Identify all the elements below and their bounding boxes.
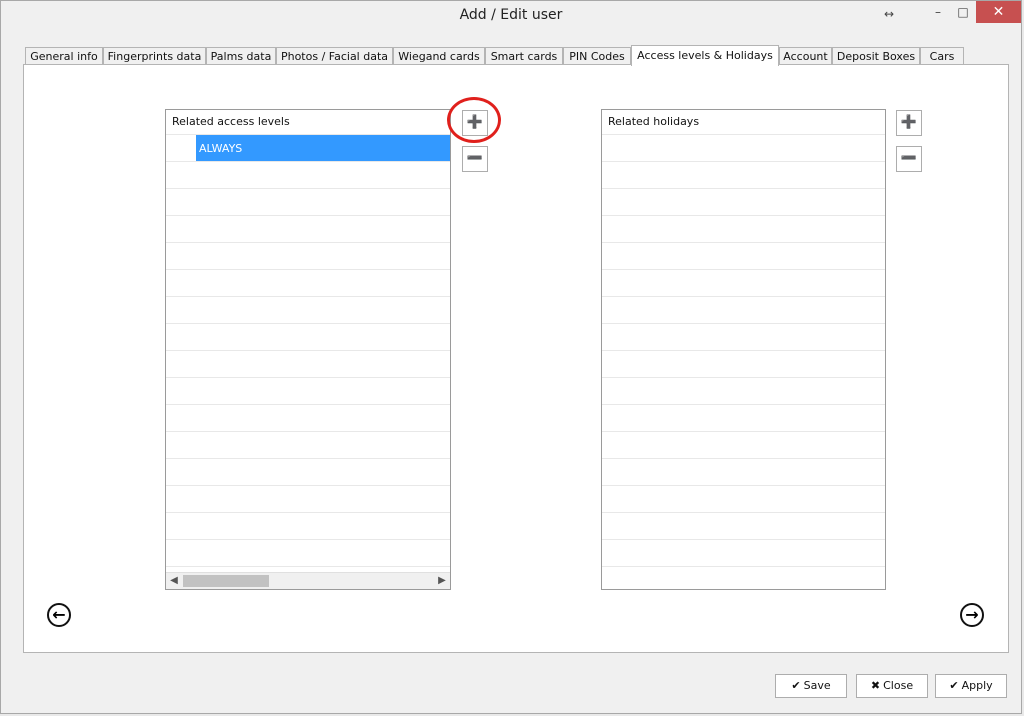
tab-smart-cards[interactable]: Smart cards: [485, 47, 563, 64]
table-row: [166, 162, 450, 189]
previous-tab-button[interactable]: ←: [47, 603, 71, 627]
save-button[interactable]: ✔ Save: [775, 674, 847, 698]
table-row: [166, 189, 450, 216]
table-row: [602, 270, 885, 297]
table-row: [602, 459, 885, 486]
tab-wiegand-cards[interactable]: Wiegand cards: [393, 47, 485, 64]
table-row: [602, 324, 885, 351]
table-row: [166, 432, 450, 459]
tab-pin-codes[interactable]: PIN Codes: [563, 47, 631, 64]
table-row: [602, 135, 885, 162]
add-holiday-button[interactable]: ➕: [896, 110, 922, 136]
table-row: [166, 405, 450, 432]
table-row: [602, 162, 885, 189]
arrow-right-circle-icon: →: [965, 605, 979, 624]
arrow-left-circle-icon: ←: [52, 605, 66, 624]
table-row: [602, 297, 885, 324]
access-levels-header: Related access levels: [166, 110, 450, 135]
horizontal-scrollbar[interactable]: ◀ ▶: [166, 572, 450, 589]
tab-account[interactable]: Account: [779, 47, 832, 64]
tab-palms-data[interactable]: Palms data: [206, 47, 276, 64]
table-row: [166, 270, 450, 297]
table-row: [166, 513, 450, 540]
table-row: [602, 486, 885, 513]
window-title: Add / Edit user: [459, 7, 563, 23]
holidays-header: Related holidays: [602, 110, 885, 135]
access-levels-grid[interactable]: Related access levels ALWAYS ◀ ▶: [165, 109, 451, 590]
table-row: [602, 513, 885, 540]
table-row: [166, 297, 450, 324]
next-tab-button[interactable]: →: [960, 603, 984, 627]
apply-label: Apply: [961, 679, 993, 692]
scroll-right-icon[interactable]: ▶: [434, 573, 450, 589]
table-row: [166, 324, 450, 351]
check-icon: ✔: [949, 679, 959, 692]
table-row: [602, 405, 885, 432]
table-row[interactable]: ALWAYS: [166, 135, 450, 162]
tab-deposit-boxes[interactable]: Deposit Boxes: [832, 47, 920, 64]
tab-photos-facial-data[interactable]: Photos / Facial data: [276, 47, 393, 64]
resize-icon[interactable]: ↔: [874, 3, 904, 25]
table-row: [166, 243, 450, 270]
plus-icon: ➕: [466, 115, 484, 130]
table-row: [166, 486, 450, 513]
table-row: [602, 243, 885, 270]
save-label: Save: [803, 679, 831, 692]
table-row: [602, 432, 885, 459]
add-access-level-button[interactable]: ➕: [462, 110, 488, 136]
table-row: [166, 351, 450, 378]
plus-icon: ➕: [900, 115, 918, 130]
close-window-button[interactable]: ✕: [976, 1, 1021, 23]
check-icon: ✔: [791, 679, 801, 692]
close-button[interactable]: ✖ Close: [856, 674, 928, 698]
tab-cars[interactable]: Cars: [920, 47, 964, 64]
table-row: [602, 378, 885, 405]
table-row: [602, 351, 885, 378]
table-row: [166, 459, 450, 486]
table-row: [166, 540, 450, 567]
table-row: [602, 216, 885, 243]
maximize-button[interactable]: □: [948, 1, 978, 23]
minus-icon: ➖: [900, 151, 918, 166]
title-bar: Add / Edit user ↔ – □ ✕: [1, 1, 1021, 31]
access-level-cell[interactable]: ALWAYS: [196, 135, 450, 161]
holidays-grid[interactable]: Related holidays: [601, 109, 886, 590]
remove-holiday-button[interactable]: ➖: [896, 146, 922, 172]
minus-icon: ➖: [466, 151, 484, 166]
close-label: Close: [883, 679, 914, 692]
tab-general-info[interactable]: General info: [25, 47, 103, 64]
apply-button[interactable]: ✔ Apply: [935, 674, 1007, 698]
tab-access-levels-holidays[interactable]: Access levels & Holidays: [631, 45, 779, 66]
add-edit-user-window: Add / Edit user ↔ – □ ✕ General info Fin…: [0, 0, 1022, 714]
scroll-left-icon[interactable]: ◀: [166, 573, 182, 589]
tab-fingerprints-data[interactable]: Fingerprints data: [103, 47, 206, 64]
table-row: [602, 189, 885, 216]
table-row: [166, 216, 450, 243]
table-row: [166, 378, 450, 405]
table-row: [602, 540, 885, 567]
remove-access-level-button[interactable]: ➖: [462, 146, 488, 172]
scrollbar-thumb[interactable]: [183, 575, 269, 587]
x-icon: ✖: [870, 679, 881, 692]
